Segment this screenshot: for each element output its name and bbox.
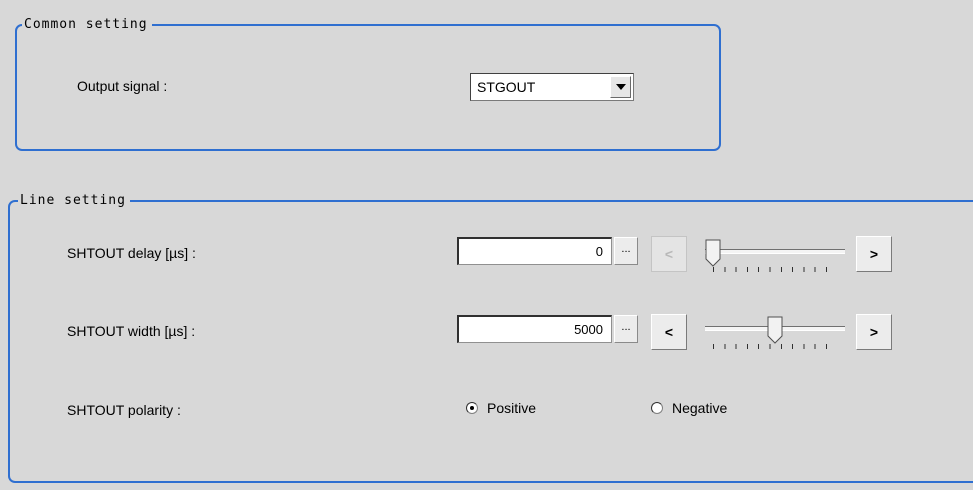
line-setting-title: Line setting (18, 194, 130, 208)
shtout-delay-value: 0 (595, 244, 603, 259)
shtout-width-increase-button[interactable]: > (856, 314, 892, 350)
shtout-delay-decrease-button[interactable]: < (651, 236, 687, 272)
output-signal-select[interactable]: STGOUT (470, 73, 634, 101)
shtout-width-slider[interactable] (705, 314, 845, 354)
shtout-width-value: 5000 (574, 322, 603, 337)
shtout-delay-label: SHTOUT delay [µs] : (67, 245, 196, 261)
polarity-positive-label: Positive (487, 400, 537, 416)
shtout-delay-edit-button[interactable]: ... (614, 237, 638, 265)
output-signal-value: STGOUT (477, 79, 536, 95)
slider-track (705, 249, 845, 254)
shtout-polarity-label: SHTOUT polarity : (67, 402, 181, 418)
polarity-negative-label: Negative (672, 400, 728, 416)
radio-circle-icon (651, 402, 663, 414)
slider-thumb-icon[interactable] (767, 316, 783, 344)
shtout-width-label: SHTOUT width [µs] : (67, 323, 196, 339)
polarity-positive-radio[interactable]: Positive (466, 400, 536, 416)
slider-ticks (713, 344, 837, 349)
output-signal-label: Output signal : (77, 78, 168, 94)
shtout-width-decrease-button[interactable]: < (651, 314, 687, 350)
dropdown-button[interactable] (610, 76, 631, 98)
shtout-width-edit-button[interactable]: ... (614, 315, 638, 343)
slider-ticks (713, 267, 837, 272)
slider-thumb-icon[interactable] (705, 239, 721, 267)
radio-circle-icon (466, 402, 478, 414)
shtout-delay-slider[interactable] (705, 237, 845, 277)
shtout-delay-input[interactable]: 0 (457, 237, 612, 265)
polarity-negative-radio[interactable]: Negative (651, 400, 727, 416)
shtout-delay-increase-button[interactable]: > (856, 236, 892, 272)
triangle-down-icon (616, 84, 626, 90)
common-setting-title: Common setting (22, 18, 152, 32)
shtout-width-input[interactable]: 5000 (457, 315, 612, 343)
